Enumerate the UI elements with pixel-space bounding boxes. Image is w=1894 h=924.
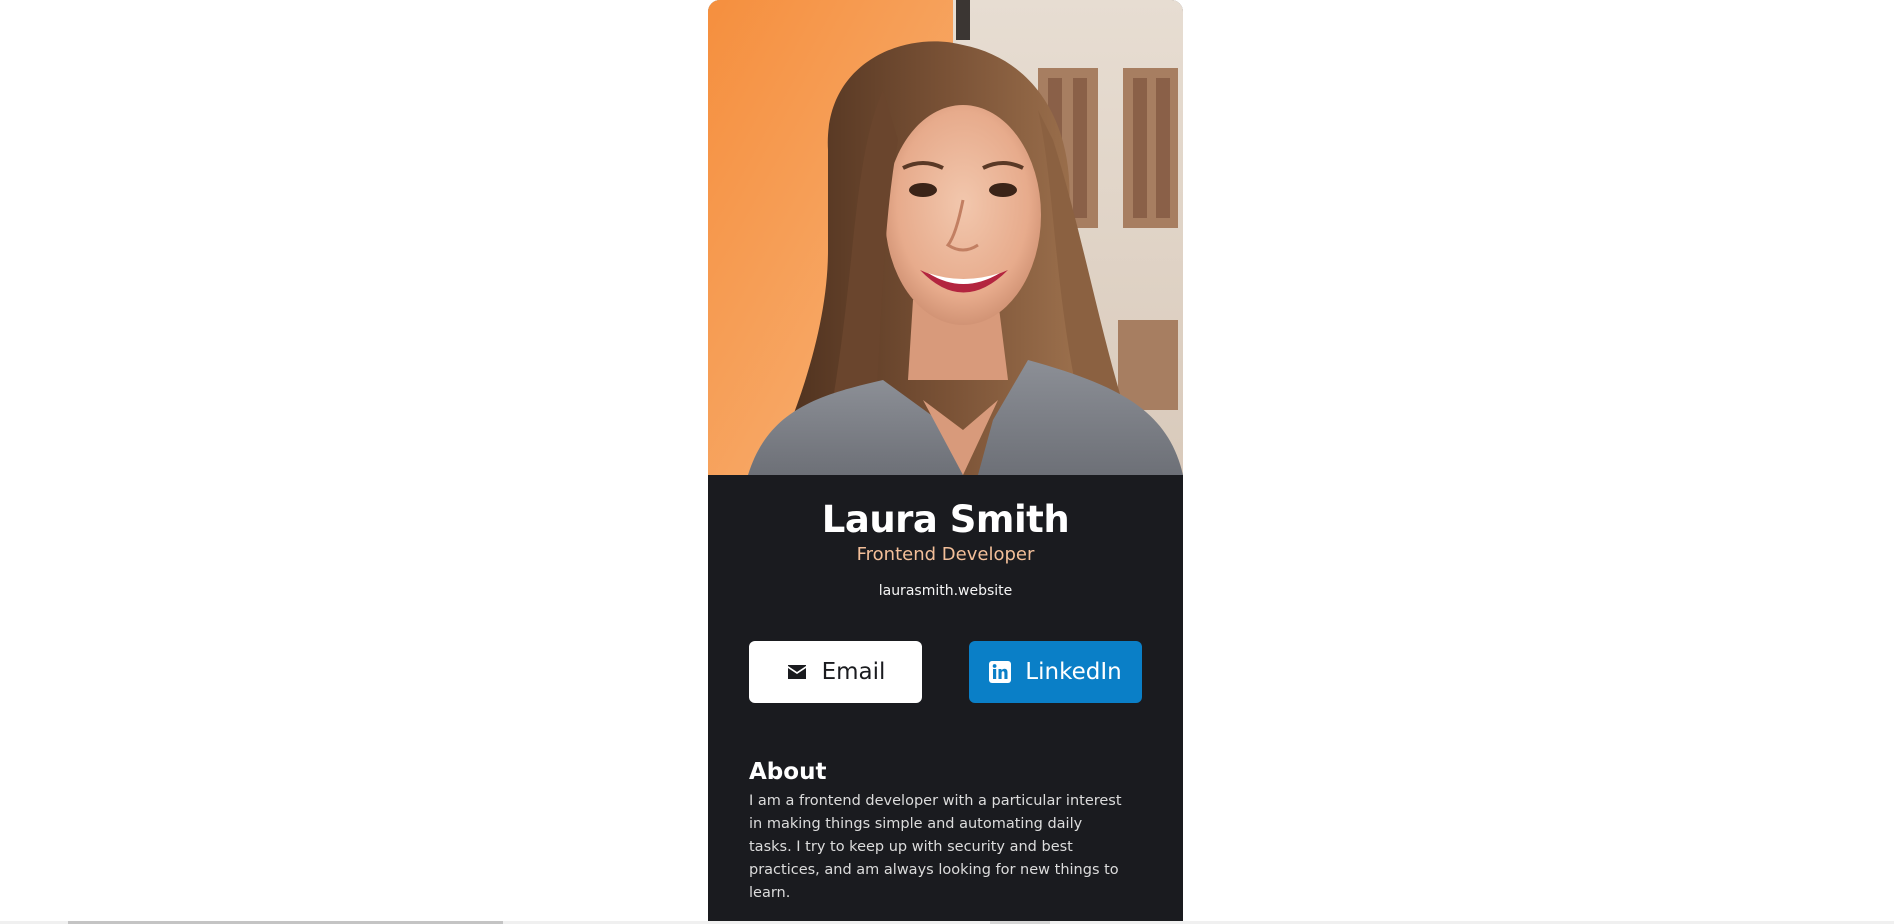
envelope-icon bbox=[786, 661, 808, 683]
about-section: About I am a frontend developer with a p… bbox=[749, 758, 1129, 905]
profile-role: Frontend Developer bbox=[856, 543, 1035, 565]
linkedin-button-label: LinkedIn bbox=[1025, 659, 1122, 685]
about-text: I am a frontend developer with a particu… bbox=[749, 793, 1122, 901]
profile-card: Laura Smith Frontend Developer laurasmit… bbox=[708, 0, 1183, 922]
page: Laura Smith Frontend Developer laurasmit… bbox=[0, 0, 1894, 924]
email-button-label: Email bbox=[821, 659, 886, 685]
linkedin-button[interactable]: LinkedIn bbox=[969, 641, 1142, 703]
contact-buttons: Email LinkedIn bbox=[749, 641, 1142, 703]
profile-name: Laura Smith bbox=[821, 498, 1070, 541]
website-link[interactable]: laurasmith.website bbox=[708, 583, 1183, 599]
profile-photo bbox=[708, 0, 1183, 475]
about-heading: About bbox=[749, 759, 827, 785]
linkedin-icon bbox=[989, 661, 1012, 683]
email-button[interactable]: Email bbox=[749, 641, 922, 703]
